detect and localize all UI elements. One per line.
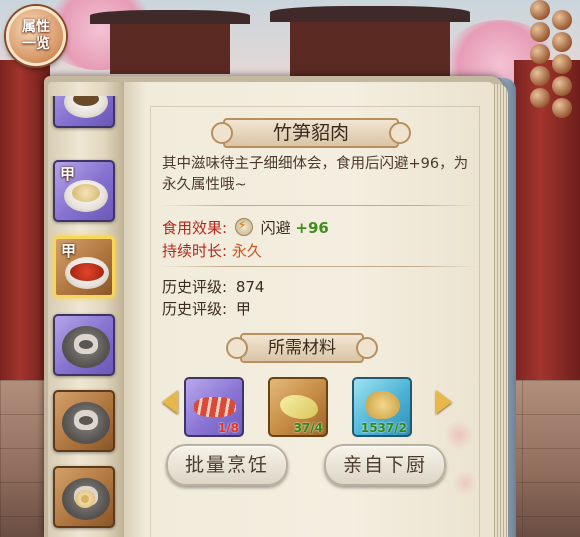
history-rating-label: 历史评级: <box>162 300 228 318</box>
attributes-button-line2: 一览 <box>22 36 50 52</box>
material-ginger[interactable]: 1537/2 <box>352 377 412 437</box>
effect-value: +96 <box>295 219 329 237</box>
dish-slot-selected[interactable]: 甲 <box>53 236 115 298</box>
bead-curtain <box>530 66 550 86</box>
duration-value: 永久 <box>231 242 262 260</box>
dish-food-icon <box>72 184 100 202</box>
history-rating-label: 历史评级: <box>162 278 228 296</box>
dish-slot-locked[interactable] <box>53 390 115 452</box>
bead-curtain <box>530 22 550 42</box>
duration-label: 持续时长: <box>162 242 228 260</box>
bead-curtain <box>552 98 572 118</box>
batch-cook-button[interactable]: 批量烹饪 <box>166 444 288 486</box>
dish-title: 竹笋貂肉 <box>272 122 349 144</box>
bead-curtain <box>552 76 572 96</box>
divider <box>160 266 478 267</box>
pavilion <box>290 22 450 78</box>
bead-curtain <box>552 54 572 74</box>
material-bamboo-shoots[interactable]: 37/4 <box>268 377 328 437</box>
dish-slot-locked[interactable] <box>53 314 115 376</box>
flower-ornament-icon <box>452 470 478 496</box>
pavilion-roof <box>270 6 470 22</box>
history-rating-row: 历史评级: 甲 <box>162 298 251 319</box>
arrow-right-icon[interactable] <box>436 390 452 414</box>
material-count: 1/8 <box>217 421 239 435</box>
self-cook-button[interactable]: 亲自下厨 <box>324 444 446 486</box>
material-count: 37/4 <box>293 421 323 435</box>
history-rating-value: 甲 <box>235 300 251 318</box>
meat-icon <box>194 397 236 417</box>
ginger-icon <box>366 391 400 419</box>
bead-curtain <box>530 44 550 64</box>
flower-ornament-icon <box>444 420 474 450</box>
materials-title: 所需材料 <box>268 338 336 358</box>
bead-curtain <box>552 32 572 52</box>
effect-row: 食用效果: 闪避 +96 <box>162 217 329 238</box>
dish-slot[interactable]: 甲 <box>53 160 115 222</box>
locked-dish-icon <box>62 402 110 444</box>
bolt-icon <box>234 218 253 236</box>
dish-grade: 甲 <box>60 165 76 183</box>
material-count: 1537/2 <box>360 421 407 435</box>
dish-slot[interactable] <box>53 96 115 128</box>
duration-row: 持续时长: 永久 <box>162 240 262 261</box>
history-rating-row: 历史评级: 874 <box>162 276 264 297</box>
pavilion-roof <box>90 10 250 24</box>
attributes-button-line1: 属性 <box>22 19 50 35</box>
dish-description: 其中滋味待主子细细体会，食用后闪避+96，为永久属性哦~ <box>162 156 469 193</box>
locked-dish-icon <box>62 326 110 368</box>
history-rating-value: 874 <box>235 278 265 296</box>
bead-curtain <box>552 10 572 30</box>
effect-stat: 闪避 <box>260 219 291 237</box>
material-meat[interactable]: 1/8 <box>184 377 244 437</box>
dish-list[interactable]: 甲 甲 <box>50 96 120 537</box>
bamboo-shoot-icon <box>280 395 318 419</box>
effect-label: 食用效果: <box>162 219 228 237</box>
arrow-left-icon[interactable] <box>162 390 178 414</box>
red-wall-left <box>0 60 50 390</box>
attributes-overview-button[interactable]: 属性 一览 <box>6 6 66 66</box>
divider <box>160 205 478 206</box>
dish-food-icon <box>70 263 104 281</box>
bead-curtain <box>530 88 550 108</box>
knot-ornament-icon <box>72 488 98 510</box>
pavilion <box>110 24 230 74</box>
bead-curtain <box>530 0 550 20</box>
dish-grade: 甲 <box>61 242 77 260</box>
